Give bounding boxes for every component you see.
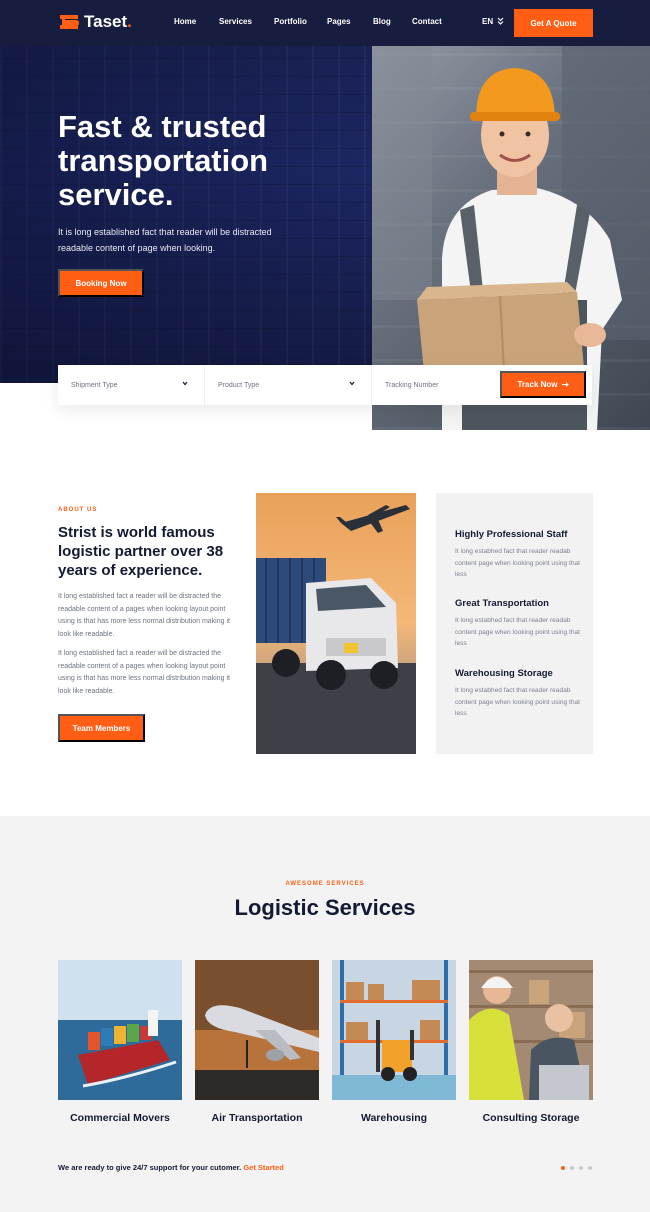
service-card-warehousing[interactable]: Warehousing xyxy=(332,960,456,1124)
ship-illustration xyxy=(58,960,182,1100)
brand-logo[interactable]: Taset. xyxy=(58,11,132,33)
nav-link-home[interactable]: Home xyxy=(174,17,196,26)
feature-text: It long estabhed fact that reader readab… xyxy=(455,687,581,717)
slider-dot[interactable] xyxy=(588,1166,592,1170)
nav-link-contact[interactable]: Contact xyxy=(412,17,442,26)
consulting-illustration xyxy=(469,960,593,1100)
slider-dot[interactable] xyxy=(579,1166,583,1170)
double-chevron-down-icon xyxy=(497,17,504,25)
support-banner: We are ready to give 24/7 support for yo… xyxy=(58,1163,284,1172)
shipment-type-select[interactable]: Shipment Type xyxy=(58,365,205,405)
hero-section: Taset. Home Services Portfolio Pages Blo… xyxy=(0,0,650,430)
service-card-consulting-storage[interactable]: Consulting Storage xyxy=(469,960,593,1124)
truck-airplane-photo xyxy=(256,493,416,754)
tracking-form: Shipment Type Product Type Tracking Numb… xyxy=(58,365,592,405)
service-card-label: Consulting Storage xyxy=(482,1112,580,1124)
chevron-down-icon xyxy=(349,381,355,386)
chevron-down-icon xyxy=(182,381,188,386)
language-selector[interactable]: EN xyxy=(482,17,504,26)
hero-title: Fast & trusted transportation service. xyxy=(58,109,269,212)
consulting-workers-photo xyxy=(469,960,593,1100)
about-eyebrow: ABOUT US xyxy=(58,507,98,513)
about-paragraph: It long established fact a reader will b… xyxy=(58,593,230,639)
service-card-label: Warehousing xyxy=(360,1112,428,1124)
cargo-ship-photo xyxy=(58,960,182,1100)
get-started-link[interactable]: Get Started xyxy=(243,1163,283,1172)
forklift-illustration xyxy=(332,960,456,1100)
feature-title: Highly Professional Staff xyxy=(455,529,568,540)
forklift-warehouse-photo xyxy=(332,960,456,1100)
track-now-button[interactable]: Track Now xyxy=(500,371,586,398)
language-label: EN xyxy=(482,17,494,26)
support-text: We are ready to give 24/7 support for yo… xyxy=(58,1163,242,1172)
slider-dot[interactable] xyxy=(561,1166,565,1170)
nav-link-blog[interactable]: Blog xyxy=(373,17,391,26)
brand-name: Taset xyxy=(84,12,128,31)
slider-dot[interactable] xyxy=(570,1166,574,1170)
truck-illustration xyxy=(256,493,416,754)
about-title: Strist is world famous logistic partner … xyxy=(58,524,224,579)
service-card-air-transportation[interactable]: Air Transportation xyxy=(195,960,319,1124)
booking-now-button[interactable]: Booking Now xyxy=(58,269,144,297)
feature-title: Warehousing Storage xyxy=(455,668,553,679)
logo-icon xyxy=(60,15,79,29)
airplane-illustration xyxy=(195,960,319,1100)
feature-text: It long estabhed fact that reader readab… xyxy=(455,617,581,647)
get-a-quote-button[interactable]: Get A Quote xyxy=(514,9,593,37)
feature-title: Great Transportation xyxy=(455,598,549,609)
hero-description: It is long established fact that reader … xyxy=(58,227,272,253)
top-navigation: Taset. Home Services Portfolio Pages Blo… xyxy=(0,0,650,46)
service-card-label: Commercial Movers xyxy=(70,1112,170,1124)
track-now-label: Track Now xyxy=(517,380,558,389)
service-card-label: Air Transportation xyxy=(211,1112,303,1124)
tracking-number-placeholder: Tracking Number xyxy=(385,381,439,389)
nav-link-portfolio[interactable]: Portfolio xyxy=(274,17,307,26)
team-members-button[interactable]: Team Members xyxy=(58,714,145,742)
product-type-label: Product Type xyxy=(218,381,260,389)
airplane-photo xyxy=(195,960,319,1100)
services-section: AWESOME SERVICES Logistic Services Comme… xyxy=(0,816,650,1212)
shipment-type-label: Shipment Type xyxy=(71,381,118,389)
brand-dot: . xyxy=(127,12,132,31)
about-paragraph: It long established fact a reader will b… xyxy=(58,650,230,696)
nav-link-services[interactable]: Services xyxy=(219,17,252,26)
services-eyebrow: AWESOME SERVICES xyxy=(285,881,365,887)
service-card-commercial-movers[interactable]: Commercial Movers xyxy=(58,960,182,1124)
product-type-select[interactable]: Product Type xyxy=(205,365,372,405)
slider-pagination xyxy=(561,1166,592,1170)
services-title: Logistic Services xyxy=(234,895,416,920)
about-features-panel: Highly Professional Staff It long estabh… xyxy=(436,493,593,754)
nav-link-pages[interactable]: Pages xyxy=(327,17,351,26)
feature-text: It long estabhed fact that reader readab… xyxy=(455,548,581,578)
arrow-right-icon xyxy=(561,382,569,387)
